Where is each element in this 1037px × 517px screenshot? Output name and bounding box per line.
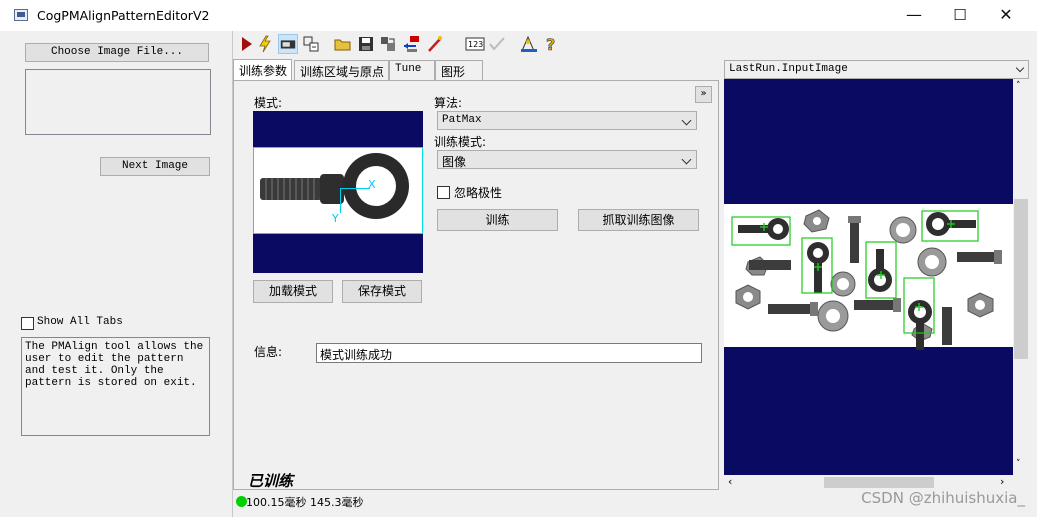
- transfer-icon[interactable]: [378, 34, 398, 54]
- chevron-down-icon: [1015, 63, 1025, 73]
- close-button[interactable]: ✕: [983, 0, 1029, 31]
- tab-tune[interactable]: Tune: [389, 60, 435, 80]
- svg-text:123: 123: [468, 40, 483, 49]
- maximize-button[interactable]: ☐: [937, 0, 983, 31]
- display-icon[interactable]: [278, 34, 298, 54]
- disabled-icon: [489, 37, 505, 51]
- info-field[interactable]: 模式训练成功: [316, 343, 702, 363]
- algorithm-value: PatMax: [442, 114, 482, 126]
- image-list-box[interactable]: [25, 69, 211, 135]
- grab-train-image-button[interactable]: 抓取训练图像: [578, 209, 699, 231]
- minimize-button[interactable]: —: [891, 0, 937, 31]
- y-axis-line: [340, 188, 341, 213]
- expand-button[interactable]: »: [695, 86, 712, 103]
- save-icon[interactable]: [356, 34, 376, 54]
- tab-graphics[interactable]: 图形: [435, 60, 483, 80]
- chevron-down-icon: [681, 115, 692, 126]
- x-axis-line: [340, 188, 370, 189]
- horizontal-scrollbar[interactable]: ‹ ›: [724, 475, 1013, 490]
- measure-icon[interactable]: [519, 34, 539, 54]
- scroll-down-icon[interactable]: ˅: [1016, 459, 1021, 469]
- algorithm-select[interactable]: PatMax: [437, 111, 697, 130]
- scroll-right-icon[interactable]: ›: [1000, 475, 1004, 488]
- train-mode-label: 训练模式:: [434, 135, 487, 149]
- tab-train-region[interactable]: 训练区域与原点: [294, 60, 389, 80]
- horizontal-scroll-thumb[interactable]: [824, 477, 934, 488]
- left-panel: Choose Image File... Next Image Show All…: [0, 31, 233, 517]
- pattern-label: 模式:: [254, 96, 283, 110]
- x-origin-marker: X: [368, 178, 376, 191]
- next-image-button[interactable]: Next Image: [100, 157, 210, 176]
- wand-icon[interactable]: [425, 34, 445, 54]
- image-source-select[interactable]: LastRun.InputImage: [724, 60, 1029, 79]
- pattern-preview: X Y: [253, 111, 423, 273]
- toolbar: 123 ?: [233, 31, 1029, 57]
- app-icon: [14, 9, 28, 21]
- algorithm-label: 算法:: [434, 96, 463, 110]
- info-label: 信息:: [254, 345, 283, 359]
- open-icon[interactable]: [333, 34, 353, 54]
- show-all-tabs-label: Show All Tabs: [37, 316, 123, 328]
- vertical-scrollbar[interactable]: ˄ ˅: [1013, 79, 1029, 475]
- ignore-polarity-label: 忽略极性: [454, 186, 503, 200]
- run-icon[interactable]: [237, 34, 257, 54]
- train-params-panel: 模式: X Y 加载模式 保存模式 算法: PatMax » 训练模式: 图像 …: [233, 80, 719, 490]
- train-mode-select[interactable]: 图像: [437, 150, 697, 169]
- chevron-down-icon: [681, 154, 692, 165]
- parts-image: [724, 204, 1013, 350]
- train-mode-value: 图像: [442, 155, 467, 169]
- pattern-region: X Y: [253, 147, 423, 234]
- timing-text: 100.15毫秒 145.3毫秒: [246, 496, 364, 509]
- electric-icon[interactable]: [255, 34, 275, 54]
- ignore-polarity-checkbox[interactable]: [437, 186, 450, 199]
- trained-status: 已训练: [248, 472, 294, 490]
- image-source-label: LastRun.InputImage: [729, 63, 848, 75]
- input-image-view[interactable]: [724, 79, 1013, 475]
- train-button[interactable]: 训练: [437, 209, 558, 231]
- reset-icon[interactable]: [401, 34, 421, 54]
- svg-text:?: ?: [546, 35, 555, 54]
- load-pattern-button[interactable]: 加载模式: [253, 280, 333, 303]
- scroll-left-icon[interactable]: ‹: [728, 475, 732, 488]
- title-bar: CogPMAlignPatternEditorV2 — ☐ ✕: [0, 0, 1037, 31]
- grid-icon[interactable]: [301, 34, 321, 54]
- tab-train-params[interactable]: 训练参数: [233, 59, 292, 80]
- vertical-scroll-thumb[interactable]: [1014, 199, 1028, 359]
- y-origin-marker: Y: [332, 212, 339, 225]
- save-pattern-button[interactable]: 保存模式: [342, 280, 422, 303]
- watermark: CSDN @zhihuishuxia_: [861, 489, 1025, 507]
- description-text[interactable]: The PMAlign tool allows the user to edit…: [21, 337, 210, 436]
- counter-icon[interactable]: 123: [465, 34, 485, 54]
- help-icon[interactable]: ?: [541, 34, 561, 54]
- choose-image-button[interactable]: Choose Image File...: [25, 43, 209, 62]
- show-all-tabs-checkbox[interactable]: [21, 317, 34, 330]
- window-title: CogPMAlignPatternEditorV2: [37, 8, 210, 23]
- image-display-panel: LastRun.InputImage ˄ ˅ ‹ ›: [724, 60, 1029, 490]
- scroll-up-icon[interactable]: ˄: [1016, 81, 1021, 91]
